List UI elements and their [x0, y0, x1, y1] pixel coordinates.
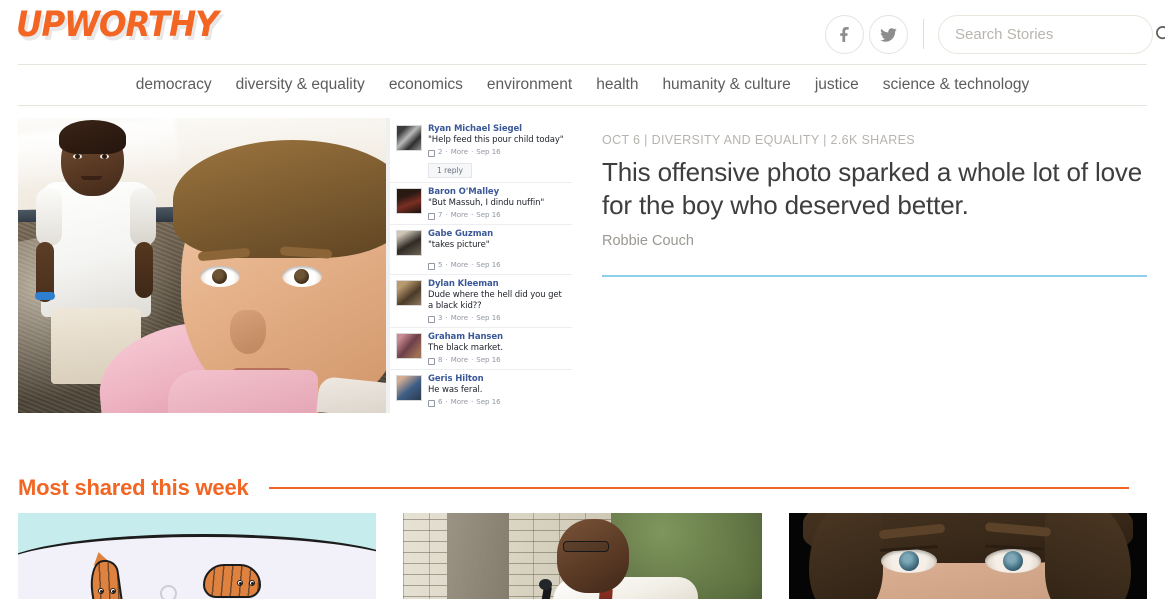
comment-item: Graham Hansen The black market. 8 · More… — [390, 327, 572, 369]
header-actions — [825, 13, 1165, 55]
comment-text: "Help feed this pour child today" — [428, 135, 564, 145]
most-shared-card-3[interactable] — [788, 513, 1147, 599]
comment-author: Dylan Kleeman — [428, 279, 499, 289]
nav-item-justice[interactable]: justice — [815, 76, 859, 94]
comment-reply-count[interactable]: 1 reply — [428, 163, 472, 178]
comment-meta: 8 · More · Sep 16 — [428, 355, 566, 366]
comment-more[interactable]: More — [451, 260, 468, 271]
comment-author: Gabe Guzman — [428, 229, 494, 239]
nav-item-science-technology[interactable]: science & technology — [883, 76, 1029, 94]
comment-likes: 5 — [438, 261, 443, 269]
featured-story: Ryan Michael Siegel "Help feed this pour… — [18, 118, 1147, 413]
comment-text: He was feral. — [428, 385, 483, 395]
site-logo[interactable]: UPWORTHY — [16, 5, 219, 45]
comment-meta: 6 · More · Sep 16 — [428, 397, 566, 408]
section-rule — [268, 487, 1129, 489]
comment-likes: 7 — [438, 211, 443, 219]
twitter-icon — [878, 24, 899, 45]
like-icon — [428, 213, 435, 220]
most-shared-cards — [18, 513, 1147, 599]
comment-meta: 7 · More · Sep 16 — [428, 210, 566, 221]
story-meta: OCT 6 | DIVERSITY AND EQUALITY | 2.6K SH… — [602, 133, 915, 147]
comment-date: Sep 16 — [476, 211, 501, 219]
comment-item: Dylan Kleeman Dude where the hell did yo… — [390, 274, 572, 327]
section-title: Most shared this week — [18, 475, 249, 500]
comment-likes: 3 — [438, 314, 443, 322]
featured-story-image[interactable]: Ryan Michael Siegel "Help feed this pour… — [18, 118, 572, 413]
featured-story-text: OCT 6 | DIVERSITY AND EQUALITY | 2.6K SH… — [602, 118, 1147, 413]
comment-likes: 6 — [438, 398, 443, 406]
comment-likes: 2 — [438, 148, 443, 156]
comment-author: Baron O'Malley — [428, 187, 500, 197]
most-shared-header: Most shared this week — [18, 470, 1147, 506]
comment-more[interactable]: More — [451, 313, 468, 324]
nav-item-health[interactable]: health — [596, 76, 638, 94]
comment-text: The black market. — [428, 343, 503, 353]
story-divider — [602, 275, 1147, 277]
most-shared-card-1[interactable] — [18, 513, 377, 599]
comment-date: Sep 16 — [476, 314, 501, 322]
most-shared-section: Most shared this week — [18, 470, 1147, 599]
twitter-link[interactable] — [869, 14, 908, 54]
category-nav: democracy diversity & equality economics… — [0, 65, 1165, 105]
like-icon — [428, 150, 435, 157]
comment-author: Ryan Michael Siegel — [428, 124, 522, 134]
story-byline[interactable]: Robbie Couch — [602, 233, 1147, 249]
comment-meta: 2 · More · Sep 16 — [428, 147, 566, 158]
facebook-icon — [835, 24, 855, 44]
comment-more[interactable]: More — [451, 397, 468, 408]
story-headline[interactable]: This offensive photo sparked a whole lot… — [602, 156, 1147, 222]
comment-more[interactable]: More — [451, 210, 468, 221]
like-icon — [428, 358, 435, 365]
comment-text: "But Massuh, I dindu nuffin" — [428, 198, 545, 208]
most-shared-card-2[interactable] — [403, 513, 762, 599]
like-icon — [428, 400, 435, 407]
search-icon[interactable] — [1154, 24, 1165, 44]
comment-item: Gabe Guzman "takes picture" 5 · More · S… — [390, 224, 572, 274]
like-icon — [428, 316, 435, 323]
search-box[interactable] — [938, 14, 1165, 54]
nav-item-democracy[interactable]: democracy — [136, 76, 212, 94]
avatar — [396, 125, 422, 151]
comment-meta: 5 · More · Sep 16 — [428, 260, 566, 271]
facebook-link[interactable] — [825, 14, 864, 54]
comment-date: Sep 16 — [476, 261, 501, 269]
header-divider — [923, 19, 924, 49]
nav-item-diversity-equality[interactable]: diversity & equality — [236, 76, 365, 94]
comment-meta: 3 · More · Sep 16 — [428, 313, 566, 324]
avatar — [396, 280, 422, 306]
search-input[interactable] — [955, 25, 1154, 43]
comment-date: Sep 16 — [476, 356, 501, 364]
comment-text: "takes picture" — [428, 240, 490, 250]
comment-date: Sep 16 — [476, 148, 501, 156]
avatar — [396, 230, 422, 256]
comment-author: Graham Hansen — [428, 332, 503, 342]
comment-item: Baron O'Malley "But Massuh, I dindu nuff… — [390, 182, 572, 224]
comment-item: Ryan Michael Siegel "Help feed this pour… — [390, 120, 572, 182]
page-root: UPWORTHY Search Stories democracy divers… — [0, 0, 1165, 599]
avatar — [396, 375, 422, 401]
facebook-comments-screenshot: Ryan Michael Siegel "Help feed this pour… — [386, 118, 572, 413]
nav-item-economics[interactable]: economics — [389, 76, 463, 94]
comment-more[interactable]: More — [451, 147, 468, 158]
selfie-photo — [18, 118, 386, 413]
comment-item: Geris Hilton He was feral. 6 · More · Se… — [390, 369, 572, 411]
avatar — [396, 188, 422, 214]
nav-rule — [18, 105, 1147, 106]
comment-author: Geris Hilton — [428, 374, 484, 384]
like-icon — [428, 263, 435, 270]
comment-date: Sep 16 — [476, 398, 501, 406]
nav-item-environment[interactable]: environment — [487, 76, 572, 94]
comment-more[interactable]: More — [451, 355, 468, 366]
comment-likes: 8 — [438, 356, 443, 364]
avatar — [396, 333, 422, 359]
comment-text: Dude where the hell did you get a black … — [428, 290, 562, 311]
nav-item-humanity-culture[interactable]: humanity & culture — [662, 76, 790, 94]
site-header: UPWORTHY — [0, 0, 1165, 65]
